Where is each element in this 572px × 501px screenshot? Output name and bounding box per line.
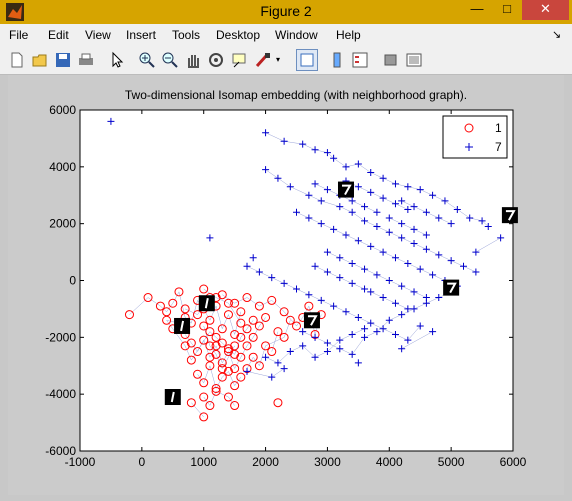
- legend-label-7: 7: [495, 140, 502, 154]
- x-tick-label: 6000: [500, 455, 527, 469]
- y-tick-label: 0: [69, 274, 76, 288]
- x-tick-label: 2000: [252, 455, 279, 469]
- y-tick-label: -2000: [45, 330, 76, 344]
- digit-image-tile: [337, 181, 354, 198]
- x-tick-label: 5000: [438, 455, 465, 469]
- legend-label-1: 1: [495, 121, 502, 135]
- y-tick-label: -6000: [45, 444, 76, 458]
- digit-7-image: [443, 279, 460, 296]
- digit-1-image: [174, 317, 191, 334]
- digit-7-image: [501, 207, 518, 224]
- x-tick-label: 3000: [314, 455, 341, 469]
- y-tick-label: 6000: [49, 103, 76, 117]
- digit-image-tile: [443, 279, 460, 296]
- digit-1-image: [164, 389, 181, 406]
- x-tick-label: 1000: [190, 455, 217, 469]
- y-tick-label: 4000: [49, 160, 76, 174]
- digit-image-tile: [303, 312, 320, 329]
- digit-7-image: [337, 181, 354, 198]
- scatter-plot: -1000 0 1000 2000 3000 4000 5000 6000-6000-4000…: [45, 103, 527, 469]
- y-tick-label: 2000: [49, 217, 76, 231]
- digit-1-image: [198, 295, 215, 312]
- x-tick-label: 0: [139, 455, 146, 469]
- y-tick-label: -4000: [45, 387, 76, 401]
- digit-image-tile: [501, 207, 518, 224]
- x-tick-label: 4000: [376, 455, 403, 469]
- legend[interactable]: 17: [442, 115, 508, 159]
- digit-7-image: [303, 312, 320, 329]
